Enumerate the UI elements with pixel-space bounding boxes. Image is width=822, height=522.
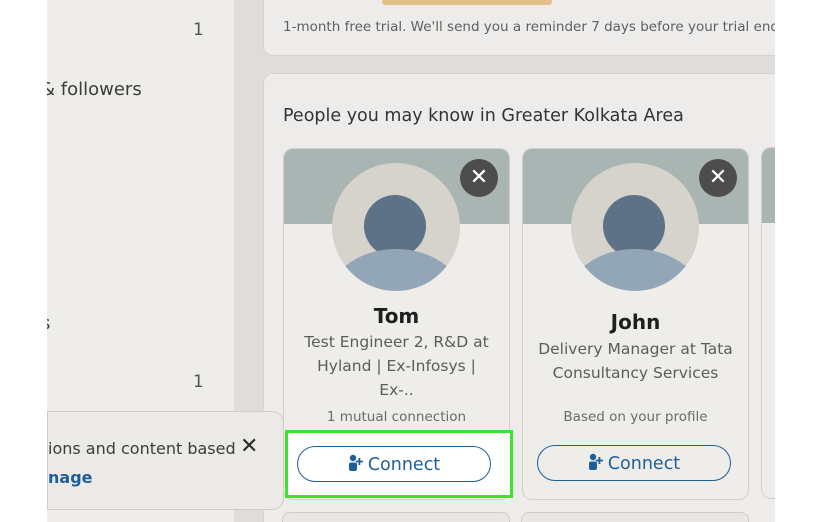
notification-toast: ions and content based nage ✕ [47,411,284,510]
profile-insight: Based on your profile [563,409,708,425]
person-headline-line1: Delivery Manager at Tata [538,340,733,358]
avatar-body [332,249,460,291]
connect-button[interactable]: Connect [537,445,731,481]
connect-label: Connect [607,454,681,474]
person-card-partial[interactable] [761,147,775,499]
manage-link[interactable]: nage [48,468,93,487]
mutual-connections: 1 mutual connection [326,409,467,425]
close-icon[interactable]: ✕ [240,434,258,459]
avatar[interactable] [332,163,460,291]
dismiss-button[interactable]: ✕ [460,159,498,197]
add-person-icon [348,454,363,471]
connect-button[interactable]: Connect [297,446,491,482]
avatar-head [603,195,665,257]
person-headline-line2: Consultancy Services [552,364,719,382]
dismiss-button[interactable]: ✕ [699,159,737,197]
premium-trial-card: 1-month free trial. We'll send you a rem… [263,0,775,56]
next-row-card [282,512,510,522]
person-name[interactable]: John [523,310,748,334]
count-badge: 1 [193,20,204,40]
person-headline-line1: Test Engineer 2, R&D at [304,333,489,351]
add-person-icon [588,453,603,470]
connect-label: Connect [367,455,441,475]
person-card-john[interactable]: ✕ John Delivery Manager at Tata Consulta… [522,148,749,500]
toast-message: ions and content based [48,439,236,458]
linkedin-network-page: 1 & followers s 1 1-month free trial. We… [47,0,775,522]
person-name[interactable]: Tom [284,304,509,328]
followers-nav-item[interactable]: & followers [47,79,142,100]
try-premium-button[interactable] [382,0,552,5]
highlight-box: Connect [285,430,513,498]
count-badge: 1 [193,372,204,392]
nav-item-fragment[interactable]: s [47,313,50,334]
profile-banner [762,148,775,223]
next-row-card [521,512,749,522]
avatar[interactable] [571,163,699,291]
section-title: People you may know in Greater Kolkata A… [283,106,684,126]
person-headline-line2: Hyland | Ex-Infosys | Ex-.. [317,357,476,399]
trial-description: 1-month free trial. We'll send you a rem… [283,19,775,35]
avatar-body [571,249,699,291]
avatar-head [364,195,426,257]
